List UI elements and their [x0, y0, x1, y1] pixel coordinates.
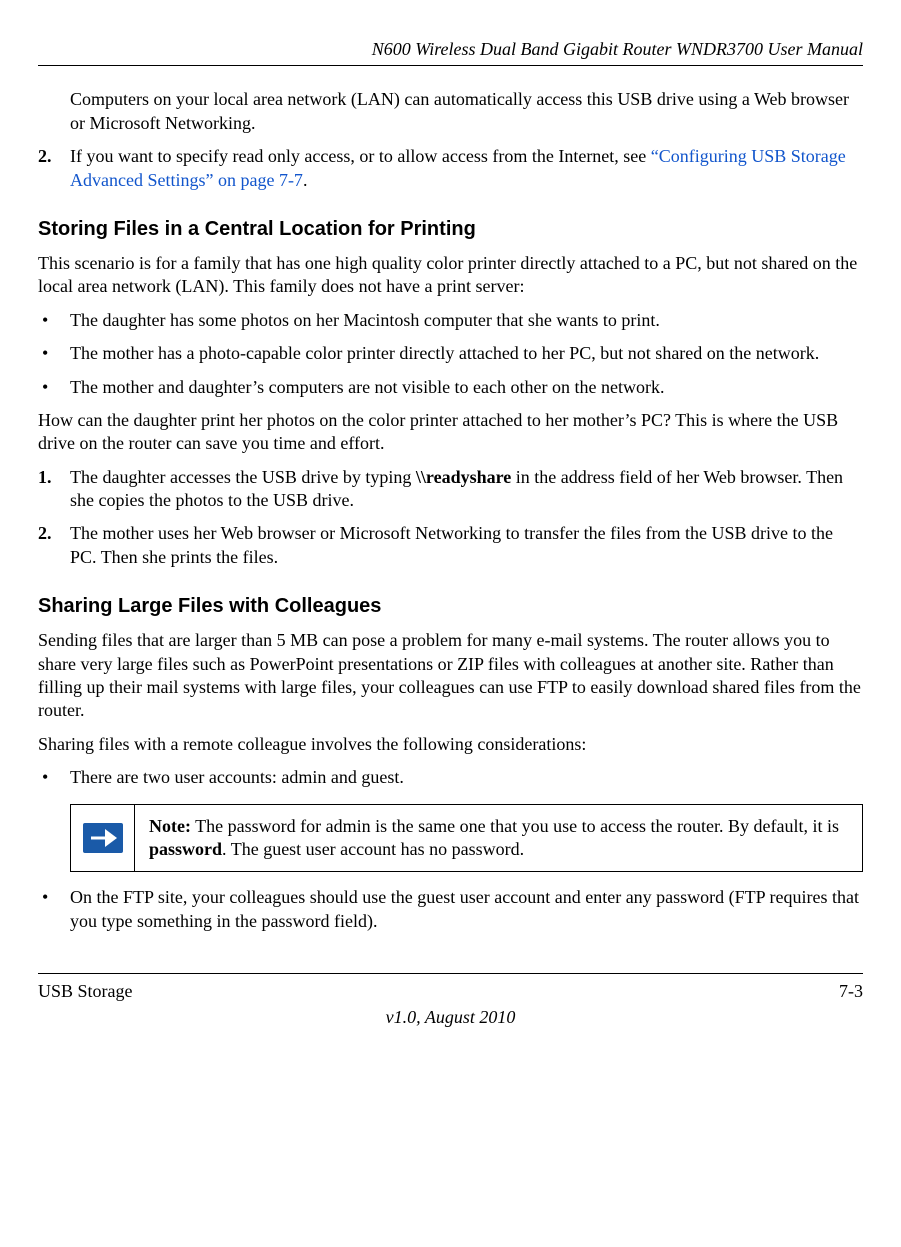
step-number: 2.: [38, 145, 52, 168]
note-content: Note: The password for admin is the same…: [135, 805, 862, 872]
section-heading-storing: Storing Files in a Central Location for …: [38, 216, 863, 242]
list-item: On the FTP site, your colleagues should …: [38, 886, 863, 933]
list-item: There are two user accounts: admin and g…: [38, 766, 863, 789]
footer-left: USB Storage: [38, 980, 133, 1003]
list-item: The mother and daughter’s computers are …: [38, 376, 863, 399]
step1-text-a: The daughter accesses the USB drive by t…: [70, 467, 416, 487]
list-item: 2. The mother uses her Web browser or Mi…: [38, 522, 863, 569]
top-numbered-list: 2. If you want to specify read only acce…: [38, 145, 863, 192]
footer-row: USB Storage 7-3: [38, 980, 863, 1003]
note-text-b: . The guest user account has no password…: [222, 839, 524, 859]
section1-mid: How can the daughter print her photos on…: [38, 409, 863, 456]
step-text-prefix: If you want to specify read only access,…: [70, 146, 651, 166]
footer-page-number: 7-3: [839, 980, 863, 1003]
arrow-right-icon: [83, 823, 123, 853]
step-text-suffix: .: [303, 170, 308, 190]
note-box: Note: The password for admin is the same…: [70, 804, 863, 873]
header-rule: [38, 65, 863, 66]
section2-mid: Sharing files with a remote colleague in…: [38, 733, 863, 756]
step2-text: The mother uses her Web browser or Micro…: [70, 523, 833, 566]
note-label: Note:: [149, 816, 191, 836]
note-text-a: The password for admin is the same one t…: [191, 816, 839, 836]
section2-bullets-top: There are two user accounts: admin and g…: [38, 766, 863, 789]
page-footer: USB Storage 7-3 v1.0, August 2010: [38, 973, 863, 1029]
note-bold: password: [149, 839, 222, 859]
list-item: The mother has a photo-capable color pri…: [38, 342, 863, 365]
list-item: The daughter has some photos on her Maci…: [38, 309, 863, 332]
section1-bullets: The daughter has some photos on her Maci…: [38, 309, 863, 399]
section1-intro: This scenario is for a family that has o…: [38, 252, 863, 299]
section-heading-sharing: Sharing Large Files with Colleagues: [38, 593, 863, 619]
list-item: 1. The daughter accesses the USB drive b…: [38, 466, 863, 513]
footer-version: v1.0, August 2010: [38, 1006, 863, 1029]
page-header-title: N600 Wireless Dual Band Gigabit Router W…: [38, 38, 863, 61]
footer-rule: [38, 973, 863, 974]
step-number: 1.: [38, 466, 52, 489]
intro-paragraph: Computers on your local area network (LA…: [70, 88, 863, 135]
section2-bullets-bottom: On the FTP site, your colleagues should …: [38, 886, 863, 933]
list-item: 2. If you want to specify read only acce…: [38, 145, 863, 192]
step1-bold: \\readyshare: [416, 467, 511, 487]
note-icon-cell: [71, 805, 135, 872]
section1-steps: 1. The daughter accesses the USB drive b…: [38, 466, 863, 570]
step-number: 2.: [38, 522, 52, 545]
section2-intro: Sending files that are larger than 5 MB …: [38, 629, 863, 723]
